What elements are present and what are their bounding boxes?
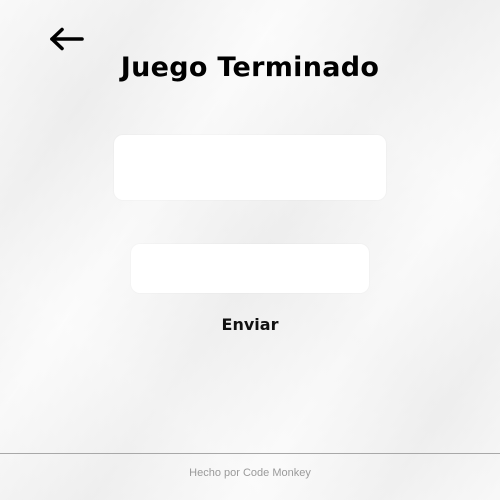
- arrow-left-icon: [48, 27, 84, 51]
- game-over-screen: Juego Terminado Enviar Hecho por Code Mo…: [0, 0, 500, 500]
- submit-row: Enviar: [0, 315, 500, 334]
- text-input-primary[interactable]: [114, 135, 386, 200]
- footer-credit: Hecho por Code Monkey: [189, 467, 311, 479]
- page-title: Juego Terminado: [120, 52, 380, 83]
- submit-button[interactable]: Enviar: [222, 315, 279, 334]
- footer-divider: [0, 453, 500, 454]
- text-input-secondary[interactable]: [131, 244, 369, 293]
- back-button[interactable]: [48, 27, 84, 51]
